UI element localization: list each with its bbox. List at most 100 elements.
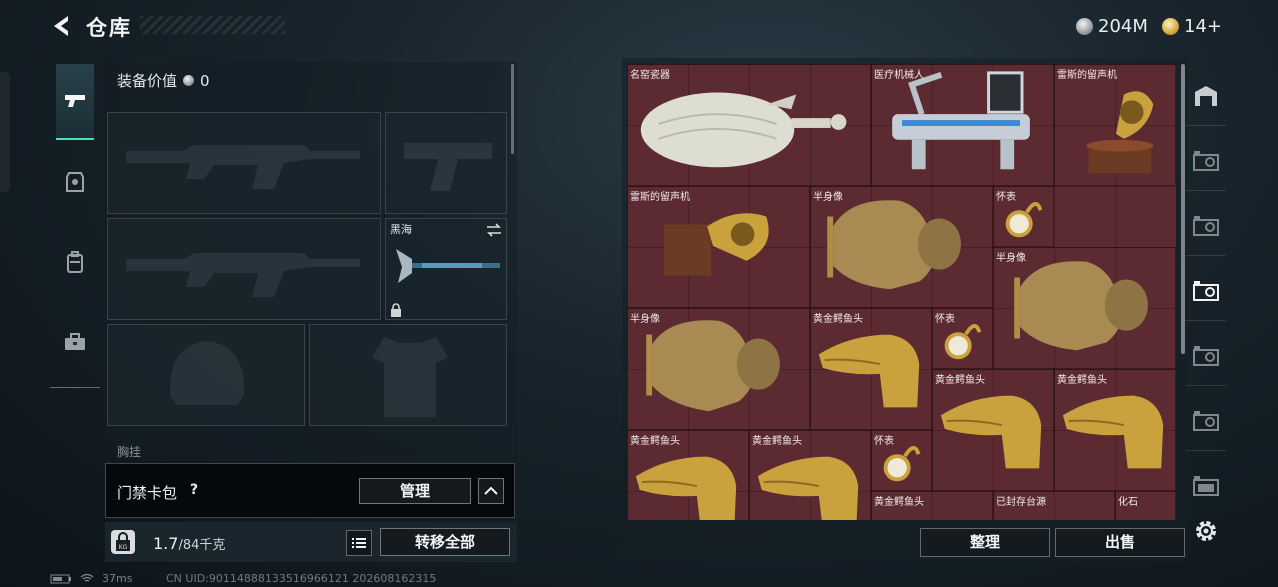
golden-crocodile-head-icon <box>1062 395 1164 469</box>
armor-icon <box>66 172 84 192</box>
manage-button[interactable]: 管理 <box>359 478 471 504</box>
category-case[interactable] <box>56 304 94 380</box>
primary-weapon-slot-1[interactable] <box>107 112 381 214</box>
gramophone-icon <box>663 213 769 276</box>
stash-scrollbar[interactable] <box>1181 64 1185 354</box>
stash-tab-7[interactable] <box>1186 456 1226 516</box>
stash-item-croc-head-5[interactable]: 黄金鳄鱼头 <box>749 430 871 520</box>
category-nav <box>50 58 100 388</box>
vase-icon <box>640 92 847 168</box>
organize-button[interactable]: 整理 <box>920 528 1050 557</box>
stash-tab-3[interactable] <box>1186 196 1226 256</box>
silver-currency[interactable]: 204M <box>1076 14 1148 38</box>
settings-button[interactable] <box>1193 518 1219 544</box>
primary-weapon-slot-2[interactable] <box>107 218 381 320</box>
stash-item-bust-3[interactable]: 半身像 <box>627 308 810 430</box>
silver-coin-icon <box>1076 17 1093 35</box>
stash-item-fossil[interactable]: 化石 <box>1115 491 1176 520</box>
melee-slot-label: 黑海 <box>390 223 412 236</box>
body-armor-slot[interactable] <box>309 324 507 426</box>
weight-readout: 1.7/84千克 <box>153 534 225 553</box>
category-backpack[interactable] <box>56 224 94 300</box>
pistol-slot[interactable] <box>385 112 507 214</box>
gold-currency[interactable]: 14+ <box>1162 14 1222 38</box>
swap-icon <box>487 223 501 237</box>
status-bar: 37ms <box>50 572 132 585</box>
stash-item-pocket-watch-2[interactable]: 怀表 <box>932 308 993 369</box>
stash-item-croc-head-3[interactable]: 黄金鳄鱼头 <box>1054 369 1176 491</box>
left-drawer-handle[interactable] <box>0 72 10 192</box>
stash-tab-warehouse[interactable] <box>1186 66 1226 126</box>
melee-slot[interactable]: 黑海 <box>385 218 507 320</box>
stash-item-medical-robot[interactable]: 医疗机械人 <box>871 64 1054 186</box>
gold-amount: 14+ <box>1184 15 1222 37</box>
ping-text: 37ms <box>102 572 133 585</box>
equipment-value: 装备价值 0 <box>117 70 210 91</box>
category-armor[interactable] <box>56 144 94 220</box>
bust-icon <box>646 320 780 412</box>
gramophone-icon <box>1086 91 1154 174</box>
stash-grid: 名窑瓷器 医疗机械人 雷斯的留声机 雷斯的留声机 半身像 怀表 半身像 半身像 … <box>627 64 1176 520</box>
gold-coin-icon <box>1162 17 1179 35</box>
rifle-silhouette-icon <box>126 145 360 189</box>
vest-silhouette-icon <box>372 337 448 417</box>
stash-item-gramophone-1[interactable]: 雷斯的留声机 <box>1054 64 1176 186</box>
stash-item-croc-head-1[interactable]: 黄金鳄鱼头 <box>810 308 932 430</box>
stash-item-label: 雷斯的留声机 <box>630 192 690 203</box>
crate-icon <box>1193 476 1219 496</box>
stash-item-vase[interactable]: 名窑瓷器 <box>627 64 871 186</box>
weight-current: 1.7 <box>153 534 179 553</box>
crate-icon <box>1193 410 1219 431</box>
warehouse-icon <box>1195 85 1217 106</box>
stash-item-label: 医疗机械人 <box>874 70 924 81</box>
list-icon <box>352 538 366 548</box>
chest-rig-label: 胸挂 <box>117 445 142 459</box>
list-view-button[interactable] <box>346 530 372 556</box>
category-weapons[interactable] <box>56 64 94 140</box>
back-arrow-icon <box>54 16 68 36</box>
silver-amount: 204M <box>1098 15 1148 37</box>
stash-item-label: 半身像 <box>630 314 660 325</box>
stash-item-sealed-source[interactable]: 已封存台源 <box>993 491 1115 520</box>
equipment-value-label: 装备价值 <box>117 72 178 90</box>
sell-button[interactable]: 出售 <box>1055 528 1185 557</box>
crate-icon <box>1193 150 1219 171</box>
lock-icon <box>391 303 401 317</box>
stash-item-bust-2[interactable]: 半身像 <box>993 247 1176 369</box>
collapse-button[interactable] <box>478 478 504 504</box>
equipment-value-amount: 0 <box>200 71 210 90</box>
gear-icon <box>1196 521 1216 541</box>
stash-item-gramophone-2[interactable]: 雷斯的留声机 <box>627 186 810 308</box>
stash-item-pocket-watch-3[interactable]: 怀表 <box>871 430 932 491</box>
transfer-all-button[interactable]: 转移全部 <box>380 528 510 556</box>
golden-crocodile-head-icon <box>940 395 1042 469</box>
weight-lock-icon: KG <box>111 530 135 554</box>
keycard-label: 门禁卡包 <box>117 484 178 502</box>
stash-item-croc-head-2[interactable]: 黄金鳄鱼头 <box>932 369 1054 491</box>
stash-item-label: 黄金鳄鱼头 <box>874 497 924 508</box>
stash-item-label: 怀表 <box>874 436 894 447</box>
stash-tab-6[interactable] <box>1186 391 1226 451</box>
chevron-up-icon <box>484 486 498 495</box>
equipment-panel: 黑海 <box>105 62 517 457</box>
stash-item-croc-head-4[interactable]: 黄金鳄鱼头 <box>627 430 749 520</box>
pistol-silhouette-icon <box>404 143 492 191</box>
robot-arm-icon <box>892 71 1030 170</box>
title-decoration <box>140 16 285 34</box>
crate-icon <box>1193 345 1219 366</box>
back-button[interactable] <box>48 12 76 40</box>
backpack-icon <box>67 251 83 273</box>
stash-item-croc-head-6[interactable]: 黄金鳄鱼头 <box>871 491 993 520</box>
stash-item-pocket-watch-1[interactable]: 怀表 <box>993 186 1054 247</box>
stash-tab-5[interactable] <box>1186 326 1226 386</box>
helmet-slot[interactable] <box>107 324 305 426</box>
helmet-silhouette-icon <box>169 341 245 405</box>
stash-item-bust-1[interactable]: 半身像 <box>810 186 993 308</box>
stash-item-label: 黄金鳄鱼头 <box>813 314 863 325</box>
crate-icon <box>1193 280 1219 301</box>
equipment-scrollbar[interactable] <box>511 64 514 154</box>
page-title: 仓库 <box>86 16 132 40</box>
stash-tab-2[interactable] <box>1186 131 1226 191</box>
stash-tab-4-active[interactable] <box>1186 261 1226 321</box>
help-icon[interactable]: ? <box>185 481 203 499</box>
